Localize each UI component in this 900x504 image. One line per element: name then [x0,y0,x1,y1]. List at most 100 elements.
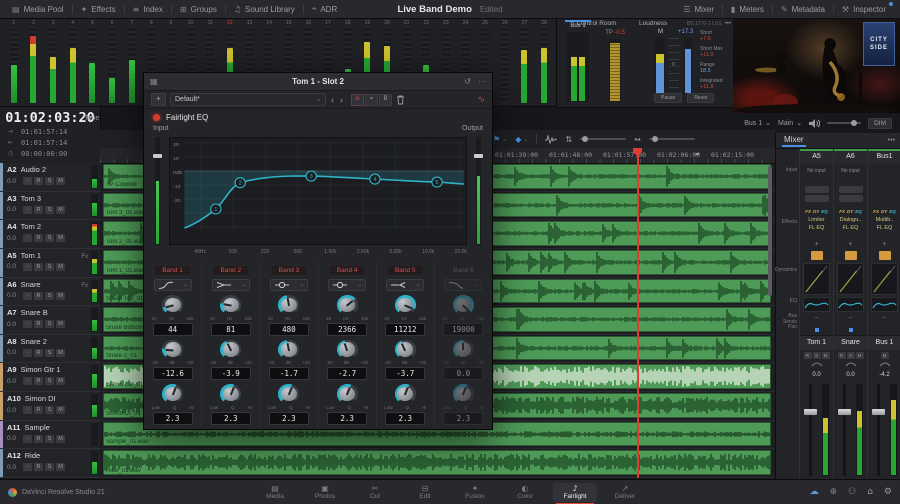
topbar-button-meters[interactable]: ▮Meters [723,0,772,18]
bus-sends-cell[interactable]: – [834,313,867,324]
band-shape-select[interactable]: ⌄ [328,279,366,291]
gain-knob[interactable] [337,340,358,360]
frequency-knob[interactable] [395,295,416,315]
m-button[interactable]: M [56,263,65,271]
q-knob[interactable] [453,384,474,404]
s-button[interactable]: S [45,292,54,300]
r-button[interactable]: R [34,177,43,185]
loudness-menu-icon[interactable]: ••• [725,21,731,27]
r-button[interactable]: R [34,377,43,385]
vertical-zoom-slider[interactable] [649,138,695,140]
band-shape-select[interactable]: ⌄ [386,279,424,291]
q-value[interactable]: 2.3 [327,412,367,425]
track-header-a11[interactable]: A11Sample0.0◦RSM [0,421,100,450]
track-header-a4[interactable]: A4Tom 20.0◦RSM [0,220,100,249]
pause-button[interactable]: Pause [654,93,682,103]
s-button[interactable]: S [45,177,54,185]
gain-value[interactable]: -1.7 [269,367,309,380]
s-button[interactable]: S [45,206,54,214]
r-button[interactable]: R [804,352,812,359]
m-button[interactable]: M [56,463,65,471]
eq-curve-graph[interactable]: 1234520100dB-10-20 [169,137,467,245]
page-tab-fusion[interactable]: ✦Fusion [453,483,497,502]
record-arm-button[interactable]: ◦ [23,406,32,414]
page-tab-media[interactable]: ▤Media [253,483,297,502]
gain-value[interactable]: 0.0 [443,367,483,380]
mixer-strip-bus1[interactable]: Bus1FXDYEQMultib..FL EQ+–Bus 1M-4.2 [867,149,900,480]
r-button[interactable]: R [838,352,846,359]
track-header-a2[interactable]: A2Audio 20.0◦RSM [0,163,100,192]
track-header-a8[interactable]: A8Snare 20.0◦RSM [0,335,100,364]
insert-enable-button[interactable] [879,251,891,260]
topbar-button-groups[interactable]: ⊞Groups [172,0,225,18]
record-arm-button[interactable]: ◦ [23,463,32,471]
track-volume-value[interactable]: 0.0 [7,206,21,213]
r-button[interactable]: R [34,406,43,414]
r-button[interactable]: R [34,320,43,328]
band-shape-select[interactable]: ⌄ [270,279,308,291]
q-value[interactable]: 2.3 [443,412,483,425]
record-arm-button[interactable]: ◦ [23,349,32,357]
network-icon[interactable]: ⊕ [830,487,838,497]
timecode-value[interactable]: 01:01:57:14 [21,139,67,147]
bus-sends-cell[interactable]: – [868,313,900,324]
pan-control[interactable] [834,324,867,335]
record-arm-button[interactable]: ◦ [23,377,32,385]
strip-input-value[interactable]: No input [834,164,867,182]
timecode-value[interactable]: 00:00:00:00 [21,150,67,158]
track-header-a12[interactable]: A12Ride0.0◦RSM [0,449,100,478]
track-volume-value[interactable]: 0.0 [7,378,21,385]
m-button[interactable]: M [856,352,864,359]
track-volume-value[interactable]: 0.0 [7,321,21,328]
s-button[interactable]: S [847,352,855,359]
track-volume-value[interactable]: 0.0 [7,407,21,414]
q-value[interactable]: 2.3 [153,412,193,425]
reset-button[interactable]: Reset [687,93,714,103]
frequency-value[interactable]: 2366 [327,323,367,336]
m-button[interactable]: M [56,320,65,328]
mixer-menu-icon[interactable]: ••• [888,137,895,144]
m-button[interactable]: M [56,435,65,443]
settings-gear-icon[interactable]: ⚙ [884,487,892,497]
track-volume-value[interactable]: 0.0 [7,292,21,299]
frequency-value[interactable]: 11212 [385,323,425,336]
band-label[interactable]: Band 5 [388,266,423,275]
topbar-button-metadata[interactable]: ✎Metadata [773,0,833,18]
insert-enable-button[interactable] [811,251,823,260]
r-button[interactable]: R [34,234,43,242]
eq-thumbnail[interactable] [871,297,898,312]
q-value[interactable]: 2.3 [269,412,309,425]
dialog-menu-icon[interactable]: ··· [478,77,486,86]
frequency-knob[interactable] [453,295,474,315]
next-preset-button[interactable]: › [339,95,344,105]
home-icon[interactable]: ⌂ [867,487,873,497]
band-label[interactable]: Band 3 [272,266,307,275]
track-volume-value[interactable]: 0.0 [7,178,21,185]
add-preset-button[interactable]: + [151,93,166,106]
page-tab-edit[interactable]: ⊟Edit [403,483,447,502]
ab-compare-copy[interactable]: = [365,94,378,106]
track-header-a6[interactable]: A6SnareFx0.0◦RSM [0,278,100,307]
page-tab-color[interactable]: ◐Color [503,483,547,502]
gain-value[interactable]: -3.7 [385,367,425,380]
r-button[interactable]: R [34,206,43,214]
m-button[interactable]: M [56,349,65,357]
m-button[interactable]: M [56,206,65,214]
record-arm-button[interactable]: ◦ [23,292,32,300]
s-button[interactable]: S [45,263,54,271]
mixer-strip-a6[interactable]: A6No inputFXDYEQDialogu..FL EQ+–SnareRSM… [833,149,867,480]
cloud-icon[interactable]: ☁ [810,487,819,497]
strip-effects-list[interactable]: Dialogu..FL EQ [834,216,867,240]
m-button[interactable]: M [56,177,65,185]
m-button[interactable]: M [56,234,65,242]
track-header-a7[interactable]: A7Snare B0.0◦RSM [0,306,100,335]
strip-input-value[interactable]: No input [800,164,833,182]
add-effect-button[interactable]: + [834,240,867,249]
s-button[interactable]: S [45,463,54,471]
record-arm-button[interactable]: ◦ [23,234,32,242]
fader-handle[interactable] [838,409,851,415]
track-height-button[interactable]: ⇅ [565,135,572,144]
fader-value[interactable]: 0.0 [834,372,867,381]
track-header-a10[interactable]: A10Simon DI0.0◦RSM [0,392,100,421]
topbar-button-sound-library[interactable]: ♫Sound Library [226,0,303,18]
